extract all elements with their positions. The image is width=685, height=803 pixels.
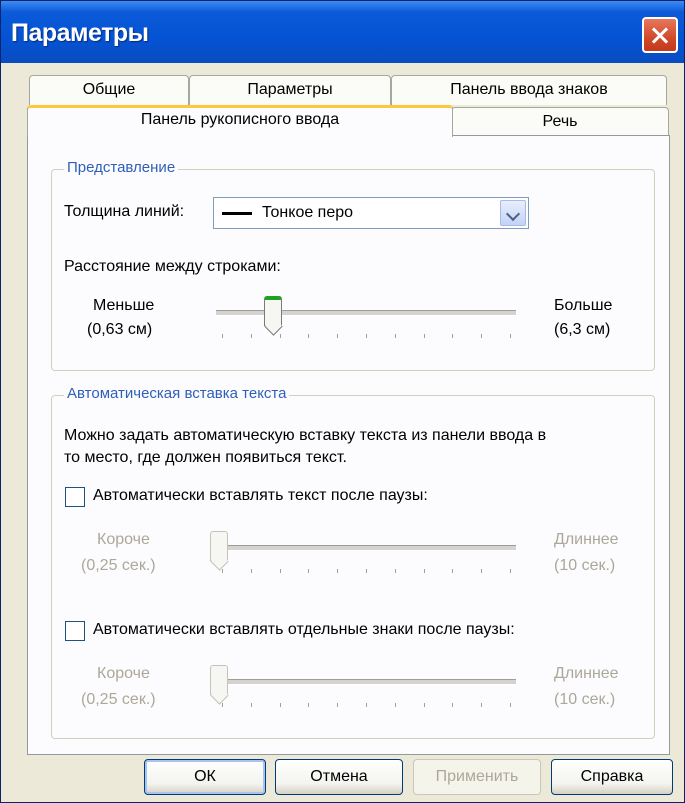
line-width-value: Тонкое перо (262, 204, 354, 221)
slider-tick (222, 334, 223, 338)
slider-tick (279, 569, 281, 573)
auto-text-checkbox[interactable] (65, 487, 85, 507)
autoinsert-description-line2: то место, где должен появиться текст. (64, 449, 347, 466)
text-shorter-value: (0,25 сек.) (81, 557, 156, 574)
slider-tick (394, 703, 396, 707)
slider-tick (308, 703, 310, 707)
slider-tick (337, 334, 339, 338)
ok-button[interactable]: ОК (144, 759, 266, 795)
spacing-more-value: (6,3 см) (554, 321, 611, 338)
slider-tick (250, 569, 252, 573)
slider-track[interactable] (216, 310, 516, 316)
line-width-select[interactable]: Тонкое перо (213, 197, 529, 229)
tab-character-pad[interactable]: Панель ввода знаков (391, 75, 667, 105)
chars-shorter-value: (0,25 сек.) (81, 691, 156, 708)
slider-tick (452, 334, 454, 338)
slider-tick (510, 703, 511, 707)
slider-tick (510, 334, 511, 338)
slider-tick (337, 569, 339, 573)
chars-shorter-label: Короче (97, 665, 150, 682)
slider-tick (222, 569, 223, 573)
slider-tick (337, 703, 339, 707)
slider-tick (510, 569, 511, 573)
slider-track[interactable] (216, 679, 516, 685)
auto-chars-checkbox-label[interactable]: Автоматически вставлять отдельные знаки … (93, 621, 515, 639)
slider-tick (423, 703, 425, 707)
chevron-down-icon[interactable] (500, 200, 526, 226)
title-bar[interactable]: Параметры (1, 1, 684, 63)
chars-longer-label: Длиннее (554, 665, 619, 682)
slider-tick (423, 334, 425, 338)
tab-speech[interactable]: Речь (451, 107, 669, 136)
slider-tick (481, 334, 483, 338)
slider-tick (308, 334, 310, 338)
slider-tick (452, 569, 454, 573)
apply-button[interactable]: Применить (413, 759, 541, 795)
line-spacing-label: Расстояние между строками: (64, 258, 281, 275)
slider-track[interactable] (216, 545, 516, 551)
autoinsert-description-line1: Можно задать автоматическую вставку текс… (64, 427, 547, 444)
spacing-more-label: Больше (554, 297, 613, 314)
cancel-button[interactable]: Отмена (275, 759, 403, 795)
slider-tick (308, 569, 310, 573)
auto-chars-checkbox[interactable] (65, 621, 85, 641)
slider-tick (366, 703, 367, 707)
slider-tick (366, 334, 367, 338)
text-longer-label: Длиннее (554, 531, 619, 548)
slider-tick (250, 703, 252, 707)
slider-tick (279, 334, 281, 338)
spacing-less-label: Меньше (93, 297, 155, 314)
text-shorter-label: Короче (97, 531, 150, 548)
tab-handwriting-pad[interactable]: Панель рукописного ввода (27, 105, 453, 137)
slider-thumb[interactable] (264, 296, 282, 326)
slider-thumb[interactable] (210, 531, 228, 561)
display-group-title: Представление (64, 159, 179, 176)
pen-line-icon (222, 212, 252, 215)
slider-tick (394, 334, 396, 338)
close-button[interactable] (642, 17, 678, 53)
tab-parameters[interactable]: Параметры (189, 75, 391, 105)
slider-tick (279, 703, 281, 707)
tab-general[interactable]: Общие (29, 75, 189, 105)
slider-tick (394, 569, 396, 573)
line-width-label: Толщина линий: (64, 203, 185, 220)
slider-tick (481, 703, 483, 707)
slider-tick (452, 703, 454, 707)
slider-tick (250, 334, 252, 338)
slider-thumb[interactable] (210, 665, 228, 695)
slider-tick (423, 569, 425, 573)
text-longer-value: (10 сек.) (554, 557, 616, 574)
slider-tick (366, 569, 367, 573)
auto-text-checkbox-label[interactable]: Автоматически вставлять текст после пауз… (93, 487, 428, 505)
help-button[interactable]: Справка (551, 759, 673, 795)
autoinsert-group-title: Автоматическая вставка текста (64, 385, 290, 402)
spacing-less-value: (0,63 см) (87, 321, 153, 338)
slider-tick (481, 569, 483, 573)
slider-tick (222, 703, 223, 707)
window-title: Параметры (11, 19, 149, 47)
chars-longer-value: (10 сек.) (554, 691, 616, 708)
